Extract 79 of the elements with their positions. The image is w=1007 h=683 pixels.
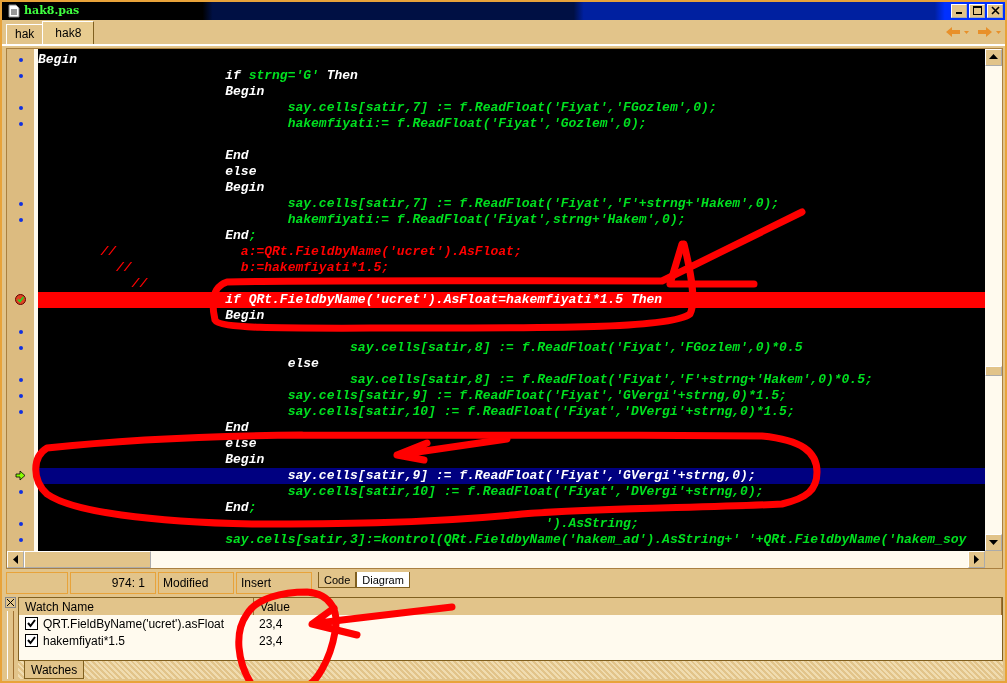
line-marker-icon: [18, 377, 23, 382]
scrollbar-thumb[interactable]: [985, 365, 1002, 376]
close-icon: [990, 6, 1000, 16]
code-line: Begin: [38, 51, 77, 68]
maximize-icon: [972, 6, 982, 16]
window-title: hak8.pas: [24, 4, 80, 18]
checkbox[interactable]: [25, 617, 38, 630]
column-header[interactable]: Watch Name: [19, 598, 254, 615]
watch-value: 23,4: [258, 633, 284, 648]
modified-status: Modified: [158, 572, 234, 594]
line-marker-icon: [18, 57, 23, 62]
code-line: if QRt.FieldbyName('ucret').AsFloat=hakemfiyati*1.5 Then: [224, 291, 663, 308]
line-marker-icon: [18, 121, 23, 126]
line-marker-icon: [18, 345, 23, 350]
line-marker-icon: [18, 489, 23, 494]
checkbox[interactable]: [25, 634, 38, 647]
code-line: // a:=QRt.FieldbyName('ucret').AsFloat;: [99, 243, 522, 260]
code-line: ').AsString;: [544, 515, 639, 532]
code-line: hakemfiyati:= f.ReadFloat('Fiyat',strng+'Hakem',0);: [286, 211, 686, 228]
code-line: say.cells[satir,3]:=kontrol(QRt.FieldbyName('hakem_ad').AsString+' '+QRt.FieldbyName('hakem_soy: [224, 531, 967, 548]
panel-grip[interactable]: [6, 611, 14, 679]
code-line: say.cells[satir,10] := f.ReadFloat('Fiyat','DVergi'+strng,0);: [286, 483, 764, 500]
code-line: say.cells[satir,10] := f.ReadFloat('Fiyat','DVergi'+strng,0)*1.5;: [286, 403, 795, 420]
horizontal-scrollbar[interactable]: [7, 551, 1002, 569]
code-line: Begin: [224, 83, 265, 100]
breakpoint-icon: [15, 294, 26, 306]
code-line: Begin: [224, 307, 265, 324]
code-line: else: [224, 163, 257, 180]
insert-mode: Insert: [236, 572, 312, 594]
file-tab[interactable]: hak8: [42, 20, 95, 44]
line-marker-icon: [18, 409, 23, 414]
code-line: say.cells[satir,8] := f.ReadFloat('Fiyat','FGozlem',0)*0.5: [349, 339, 803, 356]
column-header[interactable]: Value: [254, 598, 1002, 615]
close-button[interactable]: [4, 597, 16, 608]
close-icon: [6, 599, 14, 606]
maximize-button[interactable]: [969, 3, 985, 18]
line-marker-icon: [18, 73, 23, 78]
code-line: say.cells[satir,9] := f.ReadFloat('Fiyat','GVergi'+strng,0)*1.5;: [286, 387, 787, 404]
watch-value: 23,4: [258, 616, 284, 631]
code-line: End: [224, 147, 249, 164]
scrollbar-thumb[interactable]: [24, 551, 151, 569]
document-icon: [8, 3, 20, 18]
view-tab[interactable]: Code: [318, 572, 357, 589]
code-line: if strng='G' Then: [224, 67, 358, 84]
code-line: Begin: [224, 451, 265, 468]
code-line: //: [130, 275, 148, 292]
scroll-right-icon: [973, 555, 980, 565]
code-line: End;: [224, 227, 257, 244]
view-tab[interactable]: Diagram: [356, 572, 410, 589]
code-line: say.cells[satir,8] := f.ReadFloat('Fiyat','F'+strng+'Hakem',0)*0.5;: [349, 371, 873, 388]
scroll-up-icon: [989, 54, 998, 61]
scroll-left-icon: [12, 555, 19, 565]
line-marker-icon: [18, 217, 23, 222]
cursor-position: 974: 1: [70, 572, 156, 594]
execution-arrow-icon: [15, 470, 26, 482]
line-marker-icon: [18, 537, 23, 542]
code-line: say.cells[satir,7] := f.ReadFloat('Fiyat','F'+strng+'Hakem',0);: [286, 195, 780, 212]
code-line: say.cells[satir,9] := f.ReadFloat('Fiyat','GVergi'+strng,0);: [286, 467, 756, 484]
code-line: say.cells[satir,7] := f.ReadFloat('Fiyat','FGozlem',0);: [286, 99, 717, 116]
line-marker-icon: [18, 393, 23, 398]
watch-name: QRT.FieldByName('ucret').asFloat: [43, 616, 225, 631]
watch-name: hakemfiyati*1.5: [43, 633, 126, 648]
code-line: hakemfiyati:= f.ReadFloat('Fiyat','Gozlem',0);: [286, 115, 647, 132]
status-cell: [6, 572, 68, 594]
code-line: // b:=hakemfiyati*1.5;: [115, 259, 390, 276]
line-marker-icon: [18, 105, 23, 110]
code-line: Begin: [224, 179, 265, 196]
code-line: End: [224, 419, 249, 436]
vertical-scrollbar[interactable]: [985, 48, 1002, 552]
code-line: else: [286, 355, 319, 372]
file-tab[interactable]: hak: [6, 23, 44, 44]
line-marker-icon: [18, 201, 23, 206]
watches-tab[interactable]: Watches: [24, 661, 85, 679]
code-line: End;: [224, 499, 257, 516]
minimize-button[interactable]: [951, 3, 967, 18]
code-line: else: [224, 435, 257, 452]
line-marker-icon: [18, 521, 23, 526]
scroll-down-icon: [989, 539, 998, 546]
line-marker-icon: [18, 329, 23, 334]
